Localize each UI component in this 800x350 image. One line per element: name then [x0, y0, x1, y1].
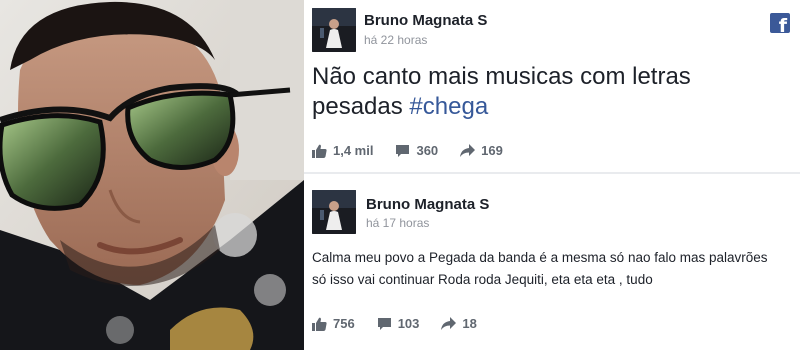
- post-timestamp[interactable]: há 17 horas: [366, 216, 429, 230]
- share-arrow-icon: [441, 317, 457, 330]
- thumbs-up-icon: [312, 317, 327, 331]
- comment-count[interactable]: 103: [377, 316, 420, 331]
- share-count[interactable]: 18: [441, 316, 477, 331]
- hashtag-link[interactable]: #chega: [409, 93, 488, 120]
- post-text: Não canto mais musicas com letras pesada…: [312, 62, 782, 122]
- comment-count-value: 360: [416, 143, 439, 158]
- post-timestamp[interactable]: há 22 horas: [364, 33, 427, 47]
- like-count[interactable]: 756: [312, 316, 355, 331]
- comment-icon: [377, 317, 391, 330]
- facebook-icon: f: [770, 13, 790, 33]
- post-text-line: só isso vai continuar Roda roda Jequiti,…: [312, 272, 653, 287]
- author-name[interactable]: Bruno Magnata S: [364, 12, 487, 29]
- thumbs-up-icon: [312, 144, 327, 158]
- comment-count[interactable]: 360: [395, 143, 438, 158]
- like-count-value: 1,4 mil: [333, 143, 374, 158]
- author-name[interactable]: Bruno Magnata S: [366, 196, 489, 213]
- avatar[interactable]: [312, 190, 356, 234]
- post-message: Não canto mais musicas com letras pesada…: [312, 63, 691, 120]
- avatar[interactable]: [312, 8, 356, 52]
- post-card: Bruno Magnata S há 22 horas f Não canto …: [304, 0, 800, 172]
- post-stats: 1,4 mil 360 169: [312, 143, 525, 158]
- like-count[interactable]: 1,4 mil: [312, 143, 373, 158]
- post-card: Bruno Magnata S há 17 horas Calma meu po…: [304, 174, 800, 350]
- profile-photo: [0, 0, 304, 350]
- share-count[interactable]: 169: [460, 143, 503, 158]
- share-count-value: 18: [462, 316, 477, 331]
- comment-icon: [396, 144, 410, 157]
- like-count-value: 756: [333, 316, 355, 331]
- comment-count-value: 103: [397, 316, 420, 331]
- post-text: Calma meu povo a Pegada da banda é a mes…: [312, 247, 798, 291]
- share-count-value: 169: [481, 143, 503, 158]
- post-stats: 756 103 18: [312, 316, 499, 331]
- post-text-line: Calma meu povo a Pegada da banda é a mes…: [312, 250, 768, 265]
- posts-panel: Bruno Magnata S há 22 horas f Não canto …: [304, 0, 800, 350]
- share-arrow-icon: [460, 144, 476, 157]
